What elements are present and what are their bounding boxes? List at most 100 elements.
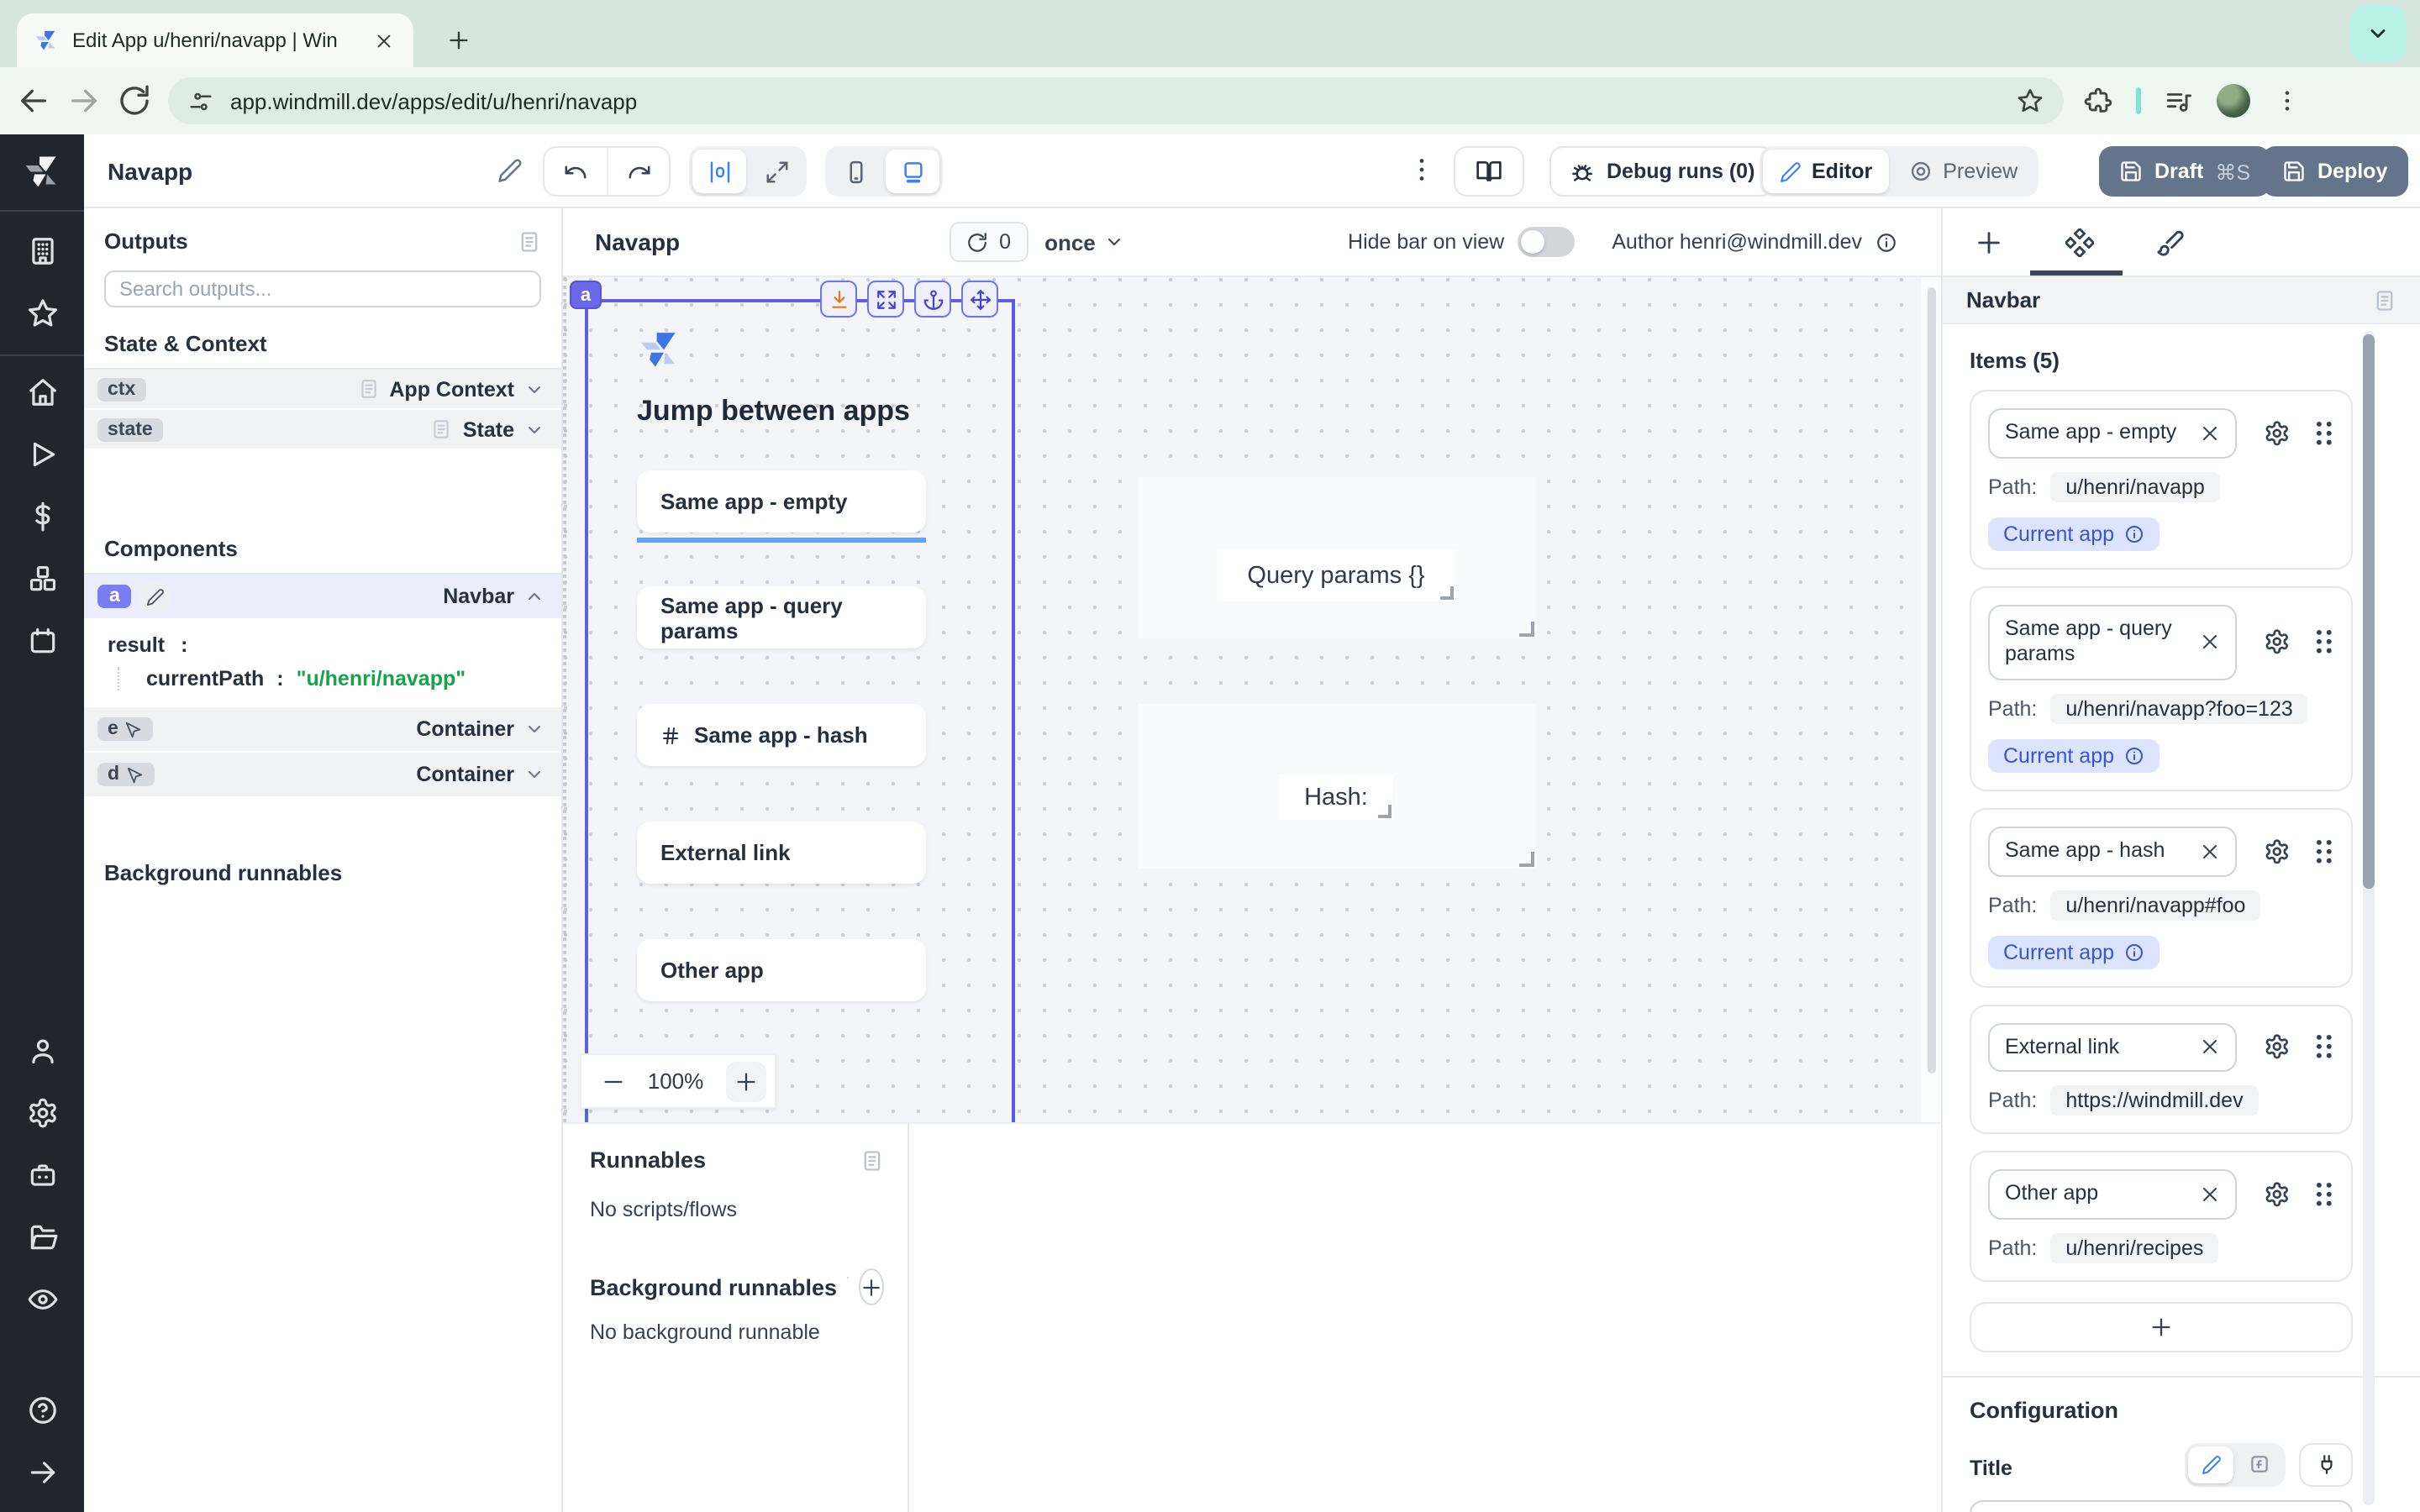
panel-doc-icon[interactable] bbox=[518, 229, 541, 253]
component-row-d[interactable]: d Container bbox=[84, 753, 561, 796]
run-mode-dropdown[interactable]: once bbox=[1044, 229, 1124, 255]
centered-layout-button[interactable] bbox=[692, 150, 746, 193]
search-input[interactable] bbox=[119, 277, 526, 301]
back-icon[interactable] bbox=[17, 84, 50, 118]
sidebar-item-workspace[interactable] bbox=[26, 235, 58, 267]
output-row-ctx[interactable]: ctx App Context bbox=[84, 370, 561, 408]
panel-doc-icon[interactable] bbox=[2373, 288, 2396, 312]
component-row-navbar[interactable]: a Navbar bbox=[84, 575, 561, 618]
sidebar-item-schedules[interactable] bbox=[26, 625, 58, 657]
edit-id-pencil-icon[interactable] bbox=[140, 582, 171, 611]
tab-search-button[interactable] bbox=[2349, 5, 2407, 62]
sidebar-item-variables[interactable] bbox=[26, 501, 58, 533]
info-icon[interactable] bbox=[847, 1276, 849, 1298]
move-button[interactable] bbox=[961, 281, 998, 318]
undo-button[interactable] bbox=[544, 148, 607, 195]
nav-item-query-params[interactable]: Same app - query params bbox=[637, 586, 926, 648]
nav-item-other-app[interactable]: Other app bbox=[637, 939, 926, 1001]
debug-runs-button[interactable]: Debug runs (0) bbox=[1549, 146, 1775, 197]
profile-avatar[interactable] bbox=[2217, 84, 2250, 118]
component-row-e[interactable]: e Container bbox=[84, 707, 561, 751]
redo-button[interactable] bbox=[607, 148, 669, 195]
forward-icon[interactable] bbox=[67, 84, 101, 118]
container-hash[interactable]: Hash: bbox=[1138, 704, 1536, 869]
sidebar-item-settings[interactable] bbox=[26, 1097, 58, 1129]
drag-handle-icon[interactable] bbox=[2314, 629, 2334, 656]
item-settings-gear-icon[interactable] bbox=[2265, 837, 2291, 864]
sidebar-item-users[interactable] bbox=[26, 1035, 58, 1067]
app-canvas[interactable]: a bbox=[563, 277, 1941, 1122]
refresh-button[interactable]: 0 bbox=[949, 222, 1028, 262]
item-label-select[interactable]: External link bbox=[1988, 1022, 2238, 1072]
drag-handle-icon[interactable] bbox=[2314, 837, 2334, 864]
expand-down-button[interactable] bbox=[820, 281, 857, 318]
browser-menu-icon[interactable] bbox=[2274, 87, 2301, 114]
item-label-select[interactable]: Same app - empty bbox=[1988, 408, 2238, 458]
sidebar-item-workers[interactable] bbox=[26, 1159, 58, 1191]
fullscreen-component-button[interactable] bbox=[867, 281, 904, 318]
clear-icon[interactable] bbox=[2201, 423, 2221, 444]
mobile-view-button[interactable] bbox=[829, 150, 882, 193]
tab-close-icon[interactable] bbox=[370, 27, 397, 54]
sidebar-item-runs[interactable] bbox=[26, 438, 58, 470]
clear-icon[interactable] bbox=[2201, 841, 2221, 861]
add-background-runnable-button[interactable] bbox=[859, 1268, 884, 1305]
clear-icon[interactable] bbox=[2201, 1037, 2221, 1058]
path-value[interactable]: u/henri/recipes bbox=[2050, 1233, 2218, 1263]
static-mode-pencil-icon[interactable] bbox=[2188, 1446, 2233, 1483]
panel-doc-icon[interactable] bbox=[860, 1148, 884, 1172]
desktop-view-button[interactable] bbox=[886, 150, 939, 193]
new-tab-button[interactable] bbox=[440, 22, 477, 59]
clear-icon[interactable] bbox=[2201, 633, 2221, 653]
bookmark-star-icon[interactable] bbox=[2017, 87, 2044, 114]
add-nav-item-button[interactable] bbox=[1970, 1302, 2353, 1352]
item-settings-gear-icon[interactable] bbox=[2265, 420, 2291, 447]
path-value[interactable]: https://windmill.dev bbox=[2050, 1085, 2258, 1116]
item-label-select[interactable]: Other app bbox=[1988, 1169, 2238, 1219]
drag-handle-icon[interactable] bbox=[2314, 1181, 2334, 1208]
output-row-state[interactable]: state State bbox=[84, 410, 561, 449]
tab-insert-component[interactable] bbox=[1943, 228, 2033, 256]
nav-item-same-app-empty[interactable]: Same app - empty bbox=[637, 470, 926, 533]
container-query-params[interactable]: Query params {} bbox=[1138, 477, 1536, 638]
windmill-logo[interactable] bbox=[20, 153, 64, 193]
canvas-scrollbar[interactable] bbox=[1928, 287, 1936, 1074]
item-settings-gear-icon[interactable] bbox=[2265, 1181, 2291, 1208]
sidebar-item-audit[interactable] bbox=[26, 1284, 58, 1315]
connect-plug-icon[interactable] bbox=[2299, 1443, 2353, 1487]
help-icon[interactable] bbox=[26, 1394, 58, 1426]
info-icon[interactable] bbox=[2124, 746, 2144, 766]
expand-sidebar-icon[interactable] bbox=[26, 1457, 58, 1488]
url-field[interactable]: app.windmill.dev/apps/edit/u/henri/navap… bbox=[168, 77, 2064, 124]
path-value[interactable]: u/henri/navapp bbox=[2050, 471, 2219, 501]
drag-handle-icon[interactable] bbox=[2314, 420, 2334, 447]
item-label-select[interactable]: Same app - hash bbox=[1988, 827, 2238, 876]
function-mode-icon[interactable] bbox=[2237, 1446, 2282, 1483]
component-id-tag[interactable]: a bbox=[570, 281, 602, 309]
item-settings-gear-icon[interactable] bbox=[2265, 1034, 2291, 1061]
hide-bar-toggle[interactable] bbox=[1518, 227, 1575, 257]
tab-component-settings[interactable] bbox=[2033, 228, 2124, 256]
site-settings-icon[interactable] bbox=[188, 88, 213, 113]
item-label-select[interactable]: Same app - query params bbox=[1988, 604, 2238, 680]
draft-button[interactable]: Draft ⌘S bbox=[2099, 146, 2270, 197]
clear-icon[interactable] bbox=[2201, 1184, 2221, 1205]
info-icon[interactable] bbox=[1876, 231, 1897, 253]
reload-icon[interactable] bbox=[118, 84, 151, 118]
rename-pencil-icon[interactable] bbox=[497, 158, 523, 183]
zoom-in-button[interactable] bbox=[726, 1061, 766, 1101]
path-value[interactable]: u/henri/navapp?foo=123 bbox=[2050, 694, 2307, 724]
panel-scrollbar-thumb[interactable] bbox=[2363, 334, 2375, 889]
tab-editor[interactable]: Editor bbox=[1763, 150, 1889, 193]
outputs-search[interactable] bbox=[104, 270, 541, 307]
sidebar-item-favorites[interactable] bbox=[26, 297, 58, 329]
zoom-out-button[interactable] bbox=[602, 1069, 625, 1093]
deploy-button[interactable]: Deploy bbox=[2262, 146, 2407, 197]
more-menu-icon[interactable] bbox=[1407, 155, 1437, 185]
path-value[interactable]: u/henri/navapp#foo bbox=[2050, 890, 2260, 920]
extensions-icon[interactable] bbox=[2084, 87, 2112, 115]
nav-item-hash[interactable]: Same app - hash bbox=[637, 704, 926, 766]
browser-tab[interactable]: Edit App u/henri/navapp | Win bbox=[17, 13, 413, 67]
drag-handle-icon[interactable] bbox=[2314, 1034, 2334, 1061]
anchor-button[interactable] bbox=[914, 281, 951, 318]
